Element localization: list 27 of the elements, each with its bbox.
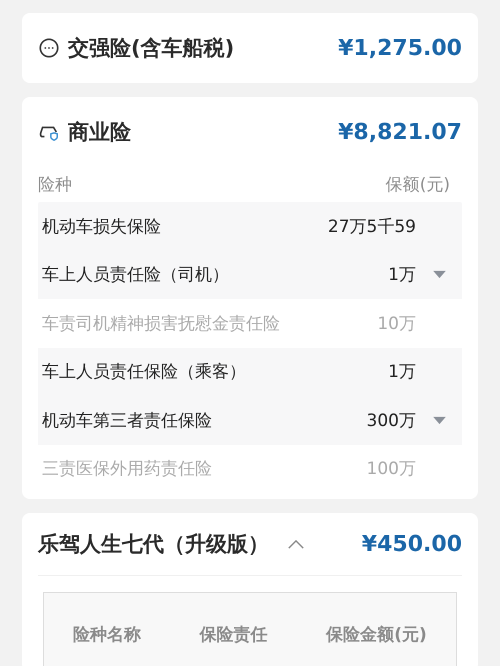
column-header: 保额(元) [386, 174, 450, 196]
coverage-name: 车上人员责任险（司机） [42, 264, 230, 286]
chat-bubble-icon [38, 37, 60, 59]
coverage-amount: 10万 [376, 312, 416, 335]
section-title: 乐驾人生七代（升级版） [38, 531, 269, 558]
price: ¥1,275.00 [338, 36, 462, 60]
coverage-name: 机动车损失保险 [42, 216, 162, 238]
coverage-name: 车责司机精神损害抚慰金责任险 [42, 312, 281, 335]
column-header: 险种 [38, 174, 72, 196]
coverage-name: 车上人员责任保险（乘客） [42, 361, 247, 384]
section-title: 商业险 [68, 119, 131, 146]
coverage-name: 机动车第三者责任保险 [42, 410, 213, 432]
coverage-amount: 27万5千59 [326, 216, 416, 238]
section-title: 交强险(含车船税) [68, 35, 234, 62]
coverage-amount: 1万 [387, 361, 416, 384]
column-header: 保险金额(元) [326, 624, 427, 647]
coverage-amount: 300万 [366, 410, 416, 432]
price: ¥450.00 [362, 532, 462, 556]
coverage-amount: 1万 [387, 264, 416, 286]
column-header: 保险责任 [200, 624, 268, 647]
coverage-name: 三责医保外用药责任险 [42, 458, 213, 480]
dropdown-caret-icon[interactable] [432, 416, 446, 425]
column-header: 险种名称 [73, 624, 142, 647]
chevron-icon[interactable] [287, 538, 305, 550]
coverage-amount: 100万 [366, 458, 416, 480]
dropdown-caret-icon[interactable] [432, 270, 446, 280]
price: ¥8,821.07 [338, 120, 462, 144]
